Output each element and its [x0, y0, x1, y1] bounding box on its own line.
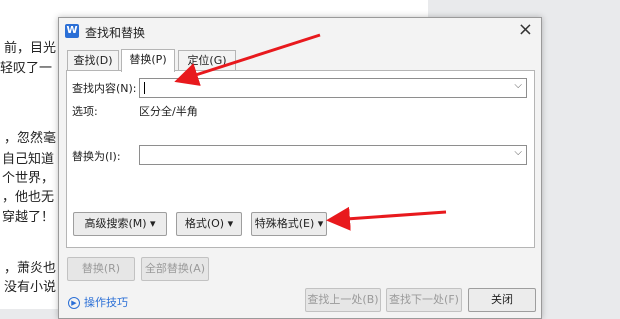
annotation-arrows	[174, 33, 447, 231]
tab-replace[interactable]: 替换(P)	[121, 49, 175, 72]
arrow-to-find-input	[174, 33, 321, 86]
arrow-to-special-format	[326, 206, 447, 231]
